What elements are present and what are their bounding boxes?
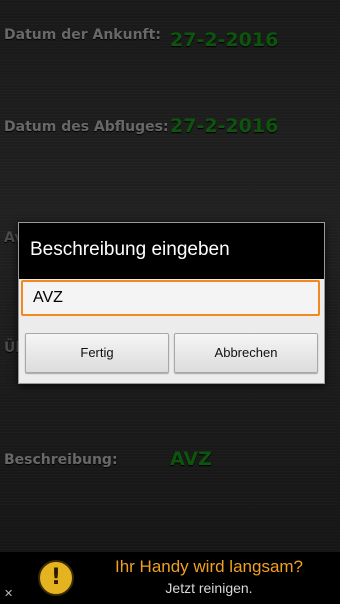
close-icon[interactable]: ✕ [4,587,13,600]
description-dialog: Beschreibung eingeben Fertig Abbrechen [18,222,325,384]
warning-icon: ! [38,560,74,596]
description-input[interactable] [21,280,320,316]
cancel-button[interactable]: Abbrechen [174,333,318,373]
ad-banner[interactable]: ✕ ! Ihr Handy wird langsam? Jetzt reinig… [0,552,340,604]
done-button[interactable]: Fertig [25,333,169,373]
ad-subline[interactable]: Jetzt reinigen. [84,580,334,596]
dialog-title: Beschreibung eingeben [19,223,324,279]
ad-headline[interactable]: Ihr Handy wird langsam? [84,557,334,577]
